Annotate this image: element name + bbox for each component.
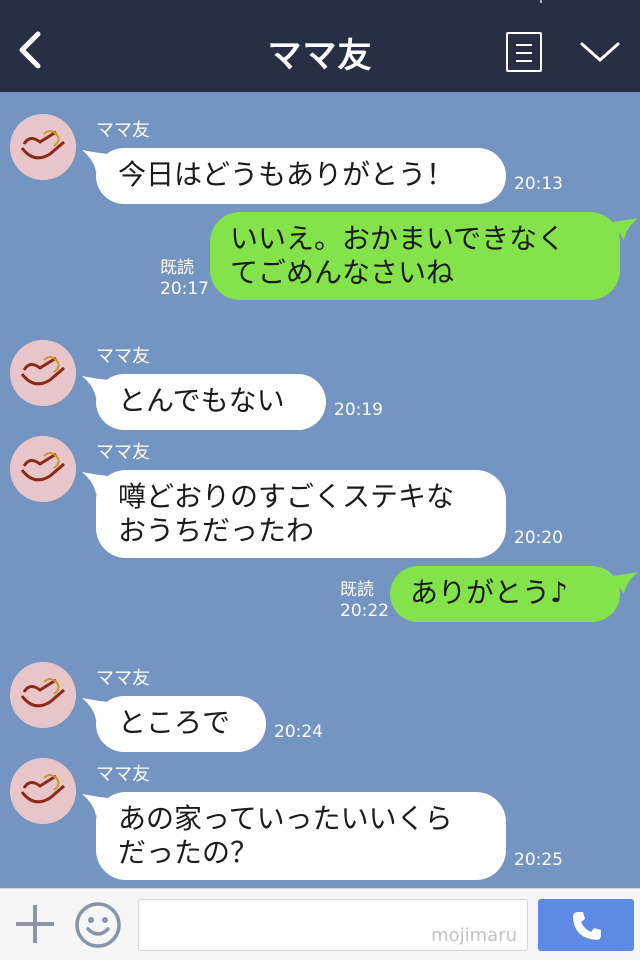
- message-time: 20:25: [514, 850, 563, 870]
- message-text: ところで: [118, 706, 231, 739]
- message-bubble[interactable]: 噂どおりのすごくステキな おうちだったわ: [96, 470, 506, 558]
- avatar[interactable]: [10, 114, 76, 180]
- message-input[interactable]: mojimaru: [138, 899, 528, 951]
- avatar[interactable]: [10, 340, 76, 406]
- message-text: いいえ。おかまいできなく: [230, 222, 566, 255]
- plus-icon[interactable]: [14, 903, 56, 945]
- chevron-down-icon[interactable]: [578, 38, 622, 66]
- sender-name: ママ友: [96, 346, 150, 367]
- read-receipt: 既読 20:17: [160, 258, 209, 300]
- message-time: 20:20: [514, 528, 563, 548]
- bubble-tail: [612, 572, 638, 594]
- message-bubble[interactable]: ありがとう♪: [390, 566, 620, 622]
- read-label: 既読: [340, 580, 374, 600]
- avatar[interactable]: [10, 758, 76, 824]
- header-bar: ママ友: [0, 0, 640, 92]
- message-text: 今日はどうもありがとう！: [118, 158, 455, 191]
- avatar[interactable]: [10, 662, 76, 728]
- message-time: 20:17: [160, 279, 209, 299]
- message-text: ありがとう♪: [410, 576, 568, 609]
- chat-title: ママ友: [267, 36, 373, 76]
- phone-icon: [573, 912, 601, 940]
- sender-name: ママ友: [96, 764, 150, 785]
- smile-icon[interactable]: [74, 901, 122, 949]
- message-bubble[interactable]: ところで: [96, 696, 266, 752]
- menu-icon[interactable]: [506, 32, 542, 72]
- input-bar: mojimaru: [0, 888, 640, 960]
- message-bubble[interactable]: いいえ。おかまいできなく てごめんなさいね: [210, 212, 620, 300]
- read-label: 既読: [160, 258, 194, 278]
- message-bubble[interactable]: 今日はどうもありがとう！: [96, 148, 506, 204]
- message-bubble[interactable]: とんでもない: [96, 374, 326, 430]
- message-time: 20:22: [340, 601, 389, 621]
- avatar[interactable]: [10, 436, 76, 502]
- message-text: あの家っていったいいくら: [118, 802, 453, 835]
- message-text: だったの？: [118, 836, 259, 869]
- message-text: とんでもない: [118, 384, 285, 417]
- message-text: おうちだったわ: [118, 514, 315, 547]
- sender-name: ママ友: [96, 668, 150, 689]
- bubble-tail: [612, 218, 638, 240]
- call-button[interactable]: [538, 899, 634, 951]
- chat-area[interactable]: ママ友 今日はどうもありがとう！ 20:13 既読 20:17 いいえ。おかまい…: [0, 92, 640, 888]
- watermark: mojimaru: [431, 925, 517, 946]
- status-indicator: [540, 0, 542, 3]
- message-time: 20:19: [334, 400, 383, 420]
- message-bubble[interactable]: あの家っていったいいくら だったの？: [96, 792, 506, 880]
- read-receipt: 既読 20:22: [340, 580, 389, 622]
- sender-name: ママ友: [96, 442, 150, 463]
- message-time: 20:24: [274, 722, 323, 742]
- message-text: 噂どおりのすごくステキな: [118, 480, 455, 513]
- message-time: 20:13: [514, 174, 563, 194]
- message-text: てごめんなさいね: [230, 256, 455, 289]
- sender-name: ママ友: [96, 120, 150, 141]
